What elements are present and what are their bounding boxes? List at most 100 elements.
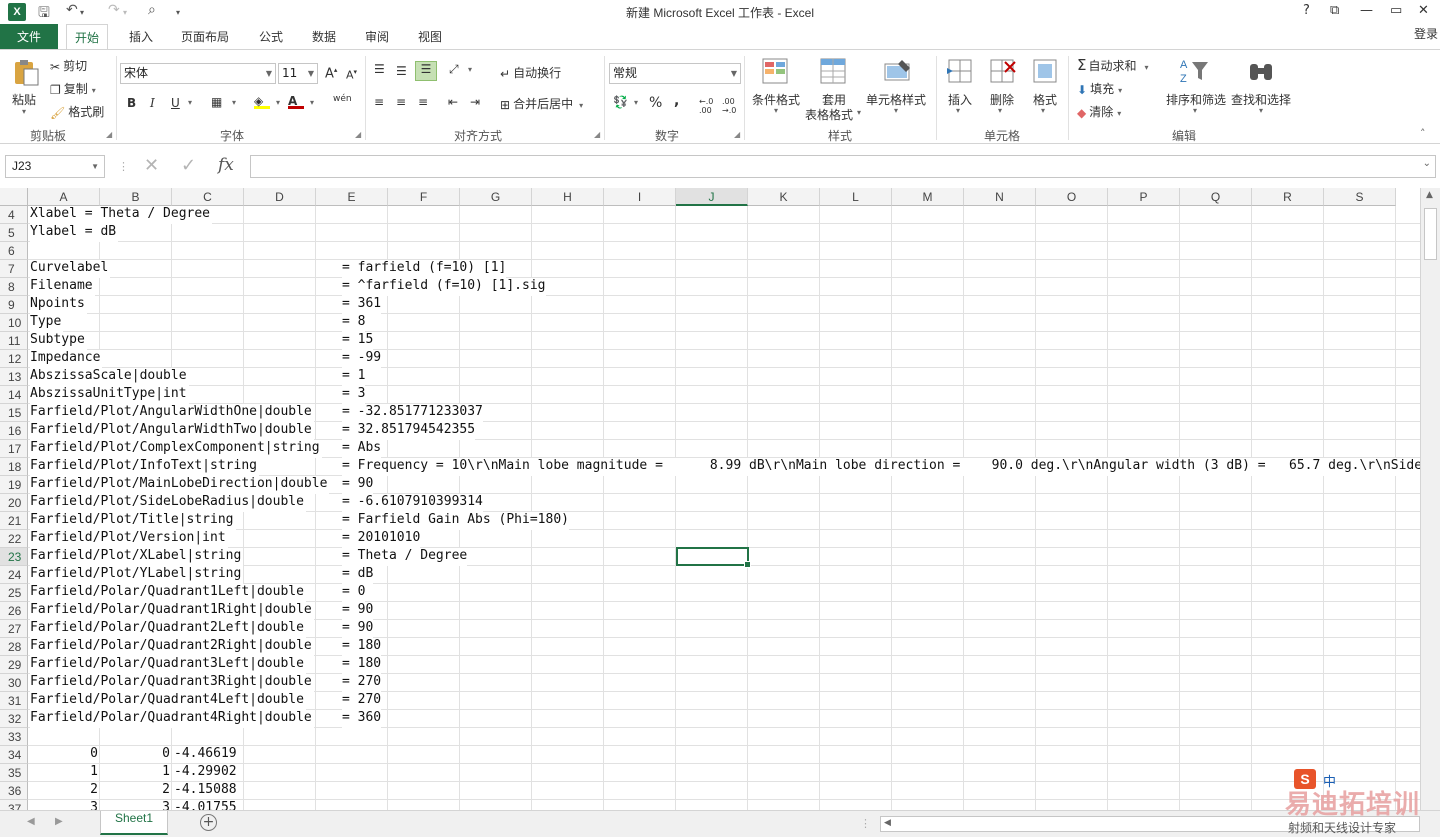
font-color-button[interactable]: A: [288, 94, 304, 109]
row-header[interactable]: 24: [0, 566, 28, 584]
worksheet-grid[interactable]: ABCDEFGHIJKLMNOPQRS 4 Xlabel = Theta / De…: [0, 188, 1420, 810]
row-header[interactable]: 22: [0, 530, 28, 548]
column-header-h[interactable]: H: [532, 188, 604, 206]
ribbon-display-button[interactable]: ⧉: [1330, 3, 1339, 18]
column-header-n[interactable]: N: [964, 188, 1036, 206]
column-header-b[interactable]: B: [100, 188, 172, 206]
merge-center-button[interactable]: ⊞ 合并后居中 ▾: [500, 95, 583, 112]
align-middle-icon[interactable]: ☰: [396, 64, 407, 78]
numeric-cell[interactable]: 1: [28, 764, 98, 782]
cell-e[interactable]: = 180: [342, 638, 382, 656]
underline-button[interactable]: U: [171, 96, 180, 110]
column-header-i[interactable]: I: [604, 188, 676, 206]
cell-a[interactable]: Farfield/Plot/Title|string: [30, 512, 236, 530]
help-button[interactable]: ?: [1303, 3, 1310, 18]
cancel-icon[interactable]: ✕: [144, 155, 159, 176]
column-header-s[interactable]: S: [1324, 188, 1396, 206]
restore-button[interactable]: ▭: [1390, 3, 1402, 18]
row-header[interactable]: 5: [0, 224, 28, 242]
row-header[interactable]: 30: [0, 674, 28, 692]
cell-e[interactable]: = 20101010: [342, 530, 421, 548]
row-header[interactable]: 10: [0, 314, 28, 332]
numeric-cell[interactable]: -4.01755: [174, 800, 244, 810]
find-dropdown-icon[interactable]: ▾: [1259, 106, 1263, 115]
paste-button[interactable]: 粘贴: [12, 91, 36, 108]
clipboard-launcher-icon[interactable]: ◢: [106, 130, 112, 139]
orientation-icon[interactable]: ⤢: [449, 62, 459, 77]
cut-button[interactable]: ✂ 剪切: [50, 57, 87, 74]
formula-input[interactable]: ⌄: [250, 155, 1436, 178]
tab-insert[interactable]: 插入: [121, 24, 161, 50]
cell-a[interactable]: Farfield/Polar/Quadrant1Left|double: [30, 584, 306, 602]
scroll-left-icon[interactable]: ◀: [884, 818, 891, 828]
numeric-cell[interactable]: -4.15088: [174, 782, 244, 800]
cell-a[interactable]: Farfield/Polar/Quadrant4Left|double: [30, 692, 306, 710]
row-header[interactable]: 25: [0, 584, 28, 602]
select-all-corner[interactable]: [0, 188, 28, 206]
numeric-cell[interactable]: -4.29902: [174, 764, 244, 782]
column-header-r[interactable]: R: [1252, 188, 1324, 206]
sheet-tab-sheet1[interactable]: Sheet1: [100, 811, 168, 835]
row-header[interactable]: 32: [0, 710, 28, 728]
cell-a[interactable]: AbszissaUnitType|int: [30, 386, 189, 404]
cell-a[interactable]: Ylabel = dB: [30, 224, 119, 242]
format-as-table-button[interactable]: 表格格式: [805, 106, 853, 123]
row-header[interactable]: 28: [0, 638, 28, 656]
next-sheet-icon[interactable]: ▶: [55, 816, 63, 827]
cell-e[interactable]: = 90: [342, 476, 374, 494]
login-link[interactable]: 登录: [1414, 25, 1438, 42]
align-bottom-icon[interactable]: ☰: [415, 61, 437, 81]
cell-e[interactable]: = Farfield Gain Abs (Phi=180): [342, 512, 569, 530]
phonetic-guide-button[interactable]: wén: [333, 94, 352, 104]
collapse-ribbon-icon[interactable]: ˄: [1420, 127, 1426, 140]
align-left-icon[interactable]: ≡: [374, 95, 384, 109]
scroll-thumb[interactable]: [1424, 208, 1437, 260]
prev-sheet-icon[interactable]: ◀: [27, 816, 35, 827]
cell-e[interactable]: = 15: [342, 332, 374, 350]
column-header-d[interactable]: D: [244, 188, 316, 206]
cell-a[interactable]: Farfield/Plot/MainLobeDirection|double: [30, 476, 330, 494]
row-header[interactable]: 15: [0, 404, 28, 422]
column-header-l[interactable]: L: [820, 188, 892, 206]
fill-color-button[interactable]: ◈: [254, 94, 270, 109]
wrap-text-button[interactable]: ↵ 自动换行: [500, 64, 561, 81]
row-header[interactable]: 7: [0, 260, 28, 278]
cell-e[interactable]: = 90: [342, 602, 374, 620]
cell-a[interactable]: Farfield/Plot/YLabel|string: [30, 566, 244, 584]
insert-cells-icon[interactable]: [945, 56, 977, 86]
cell-e[interactable]: = -6.6107910399314: [342, 494, 483, 512]
cell-styles-icon[interactable]: [882, 56, 914, 86]
row-header[interactable]: 4: [0, 206, 28, 224]
tab-file[interactable]: 文件: [0, 24, 58, 50]
font-color-dropdown-icon[interactable]: ▾: [310, 98, 314, 107]
cell-a[interactable]: Farfield/Plot/ComplexComponent|string: [30, 440, 322, 458]
numeric-cell[interactable]: 2: [100, 782, 170, 800]
cell-e[interactable]: = Frequency = 10\r\nMain lobe magnitude …: [342, 458, 1420, 476]
row-header[interactable]: 20: [0, 494, 28, 512]
cell-e[interactable]: = 180: [342, 656, 382, 674]
cell-styles-dropdown-icon[interactable]: ▾: [894, 106, 898, 115]
column-header-a[interactable]: A: [28, 188, 100, 206]
vertical-scrollbar[interactable]: ▲: [1420, 188, 1440, 810]
cell-a[interactable]: Farfield/Plot/Version|int: [30, 530, 228, 548]
copy-button[interactable]: ❐ 复制 ▾: [50, 80, 96, 97]
comma-button[interactable]: ,: [674, 93, 679, 109]
format-painter-button[interactable]: 🖌 格式刷: [50, 103, 104, 120]
tab-home[interactable]: 开始: [66, 24, 109, 50]
column-header-e[interactable]: E: [316, 188, 388, 206]
paste-dropdown-icon[interactable]: ▾: [22, 107, 26, 116]
numeric-cell[interactable]: 1: [100, 764, 170, 782]
borders-icon[interactable]: ▦: [211, 95, 222, 109]
cell-a[interactable]: Farfield/Polar/Quadrant1Right|double: [30, 602, 314, 620]
italic-button[interactable]: I: [150, 96, 155, 110]
close-button[interactable]: ✕: [1418, 3, 1429, 18]
cell-a[interactable]: Farfield/Plot/InfoText|string: [30, 458, 259, 476]
cell-e[interactable]: = 270: [342, 674, 382, 692]
delete-dropdown-icon[interactable]: ▾: [998, 106, 1002, 115]
column-header-j[interactable]: J: [676, 188, 748, 206]
tab-review[interactable]: 审阅: [357, 24, 397, 50]
row-header[interactable]: 37: [0, 800, 28, 810]
row-header[interactable]: 31: [0, 692, 28, 710]
cell-e[interactable]: = dB: [342, 566, 374, 584]
insert-function-button[interactable]: fx: [218, 155, 234, 175]
